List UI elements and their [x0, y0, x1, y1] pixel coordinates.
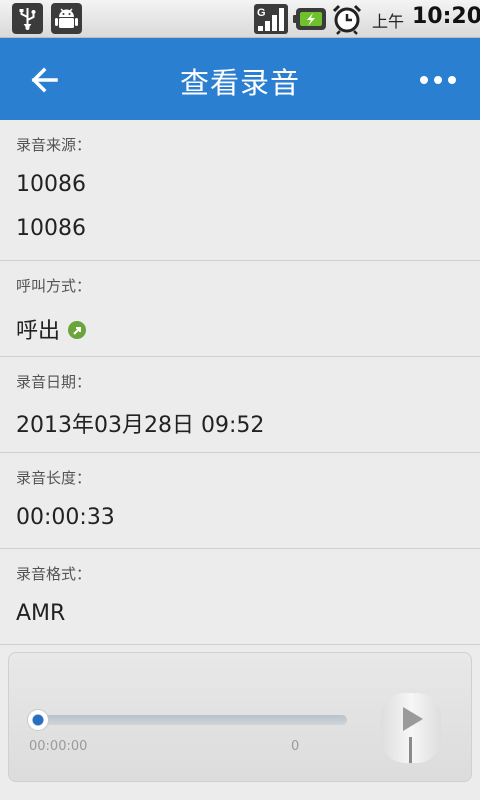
date-value: 2013年03月28日 09:52 — [16, 413, 265, 438]
status-time: 10:20 — [412, 4, 480, 29]
alarm-icon — [332, 4, 362, 35]
overflow-dots-icon — [420, 76, 428, 84]
format-value: AMR — [16, 601, 66, 626]
seek-track[interactable] — [35, 715, 347, 725]
call-type-section: 呼叫方式： 呼出 — [0, 261, 480, 357]
page-title: 查看录音 — [179, 66, 300, 100]
usb-icon — [12, 3, 43, 34]
source-value-2: 10086 — [16, 216, 86, 241]
audio-player: 00:00:00 0 — [8, 652, 472, 782]
android-debug-icon — [51, 3, 82, 34]
seek-thumb[interactable] — [27, 709, 49, 731]
date-section: 录音日期： 2013年03月28日 09:52 — [0, 357, 480, 453]
length-label: 录音长度： — [16, 469, 92, 487]
more-options-button[interactable] — [412, 68, 464, 92]
length-value: 00:00:33 — [16, 505, 115, 530]
status-ampm: 上午 — [372, 12, 405, 31]
date-label: 录音日期： — [16, 373, 92, 391]
action-bar: 查看录音 — [0, 38, 480, 120]
call-type-label: 呼叫方式： — [16, 277, 92, 295]
battery-charging-icon — [293, 8, 326, 30]
call-type-value: 呼出 — [16, 319, 61, 344]
play-button[interactable] — [381, 693, 441, 763]
end-time: 0 — [291, 739, 300, 754]
signal-icon: G — [254, 4, 288, 34]
source-value-1: 10086 — [16, 172, 86, 197]
source-section: 录音来源： 10086 10086 — [0, 120, 480, 261]
format-section: 录音格式： AMR — [0, 549, 480, 645]
length-section: 录音长度： 00:00:33 — [0, 453, 480, 549]
source-label: 录音来源： — [16, 136, 92, 154]
outgoing-call-icon — [68, 321, 87, 339]
play-icon — [381, 693, 441, 763]
format-label: 录音格式： — [16, 565, 92, 583]
svg-text:G: G — [257, 7, 266, 19]
current-time: 00:00:00 — [29, 739, 88, 754]
status-bar: G 上午 10:20 — [0, 0, 480, 38]
